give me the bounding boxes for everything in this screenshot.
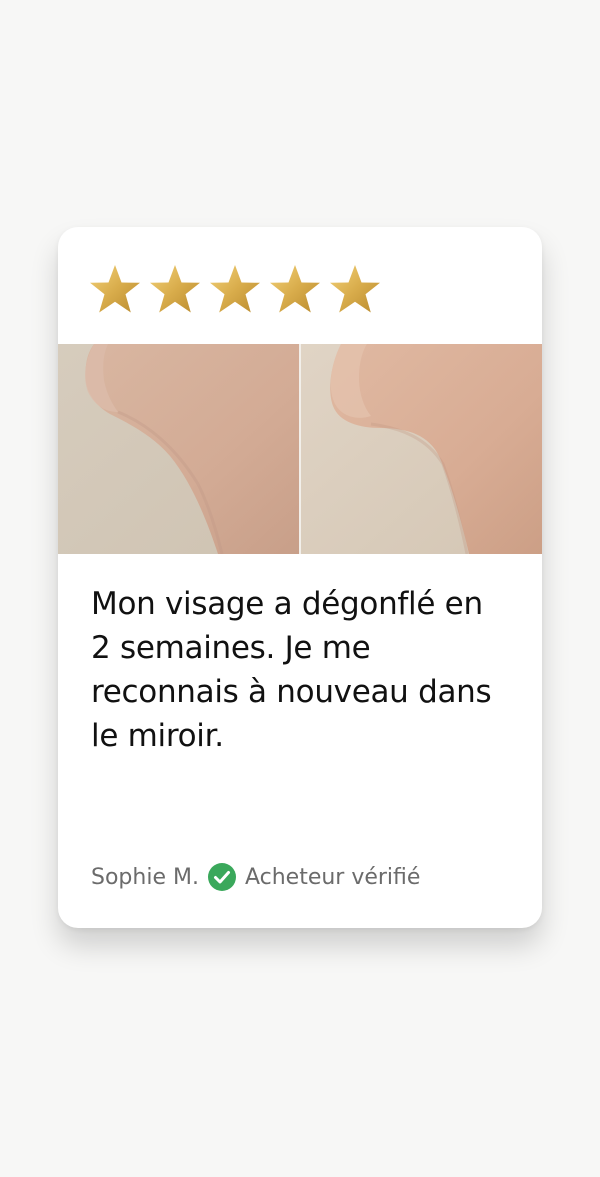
review-quote: Mon visage a dégonflé en 2 semaines. Je … — [91, 586, 492, 754]
author-name: Sophie M. — [91, 864, 199, 890]
before-after-photos — [58, 344, 542, 554]
star-icon — [270, 265, 320, 313]
star-icon — [150, 265, 200, 313]
verified-buyer-label: Acheteur vérifié — [244, 864, 421, 890]
after-photo — [301, 344, 542, 554]
author-row: Sophie M. Acheteur vérifié — [91, 859, 420, 895]
star-icon — [330, 265, 380, 313]
star-icon — [90, 265, 140, 313]
before-photo — [58, 344, 299, 554]
star-icon — [210, 265, 260, 313]
check-circle-icon — [207, 863, 236, 891]
review-card: Mon visage a dégonflé en 2 semaines. Je … — [58, 227, 542, 928]
star-rating — [88, 263, 382, 317]
